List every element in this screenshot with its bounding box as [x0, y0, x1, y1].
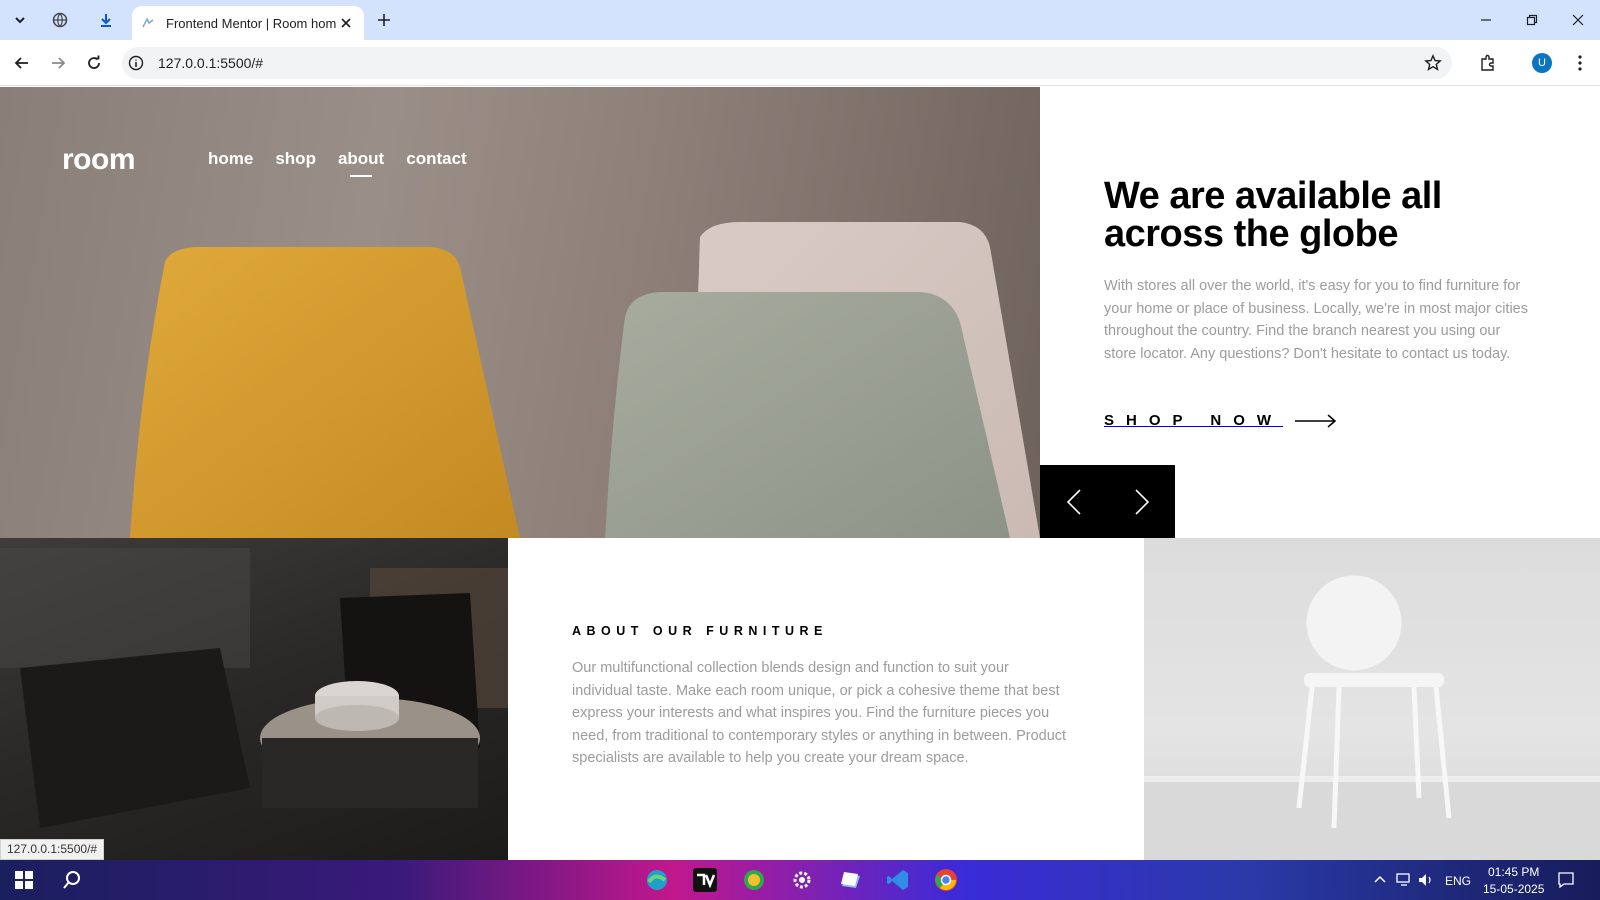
- arrow-right-icon: [52, 57, 66, 69]
- taskbar-tradingview[interactable]: [691, 866, 719, 894]
- gear-icon: [793, 871, 811, 889]
- globe-icon: [52, 12, 68, 28]
- url-text: 127.0.0.1:5500/#: [158, 55, 264, 71]
- web-page: room home shop about contact We are avai…: [0, 87, 1600, 860]
- slider-controls: [1040, 465, 1175, 538]
- favicon-icon: [142, 17, 154, 28]
- close-icon[interactable]: [338, 15, 354, 31]
- browser-toolbar: 127.0.0.1:5500/# U: [0, 40, 1600, 86]
- nav-home[interactable]: home: [208, 149, 253, 169]
- about-description: Our multifunctional collection blends de…: [572, 660, 1067, 766]
- arrow-right-icon: [1295, 413, 1337, 428]
- download-icon: [101, 14, 111, 27]
- puzzle-icon: [1481, 54, 1494, 71]
- reload-button[interactable]: [80, 49, 108, 77]
- chevron-left-icon: [1066, 488, 1081, 515]
- notification-center-button[interactable]: [1552, 866, 1580, 894]
- document-stack-icon: [841, 872, 860, 888]
- tradingview-icon: [693, 868, 717, 892]
- star-icon[interactable]: [1424, 54, 1442, 72]
- extensions-button[interactable]: [1474, 49, 1502, 77]
- taskbar-chrome[interactable]: [932, 866, 960, 894]
- restore-button[interactable]: [1520, 8, 1544, 32]
- search-icon: [63, 871, 80, 889]
- edge-icon: [647, 870, 667, 890]
- reload-icon: [88, 55, 100, 69]
- slider-prev-button[interactable]: [1040, 465, 1107, 538]
- minimize-icon: [1481, 19, 1491, 21]
- hero-title-line-1: We are available all: [1104, 175, 1442, 217]
- site-info-icon[interactable]: [128, 55, 144, 71]
- tray-date[interactable]: 15-05-2025: [1483, 882, 1544, 896]
- browser-tab-bar: Frontend Mentor | Room homepage: [0, 0, 1600, 40]
- vscode-icon: [887, 870, 908, 890]
- about-section: ABOUT OUR FURNITURE Our multifunctional …: [508, 538, 1144, 860]
- tray-time[interactable]: 01:45 PM: [1488, 865, 1539, 879]
- hero-description: With stores all over the world, it's eas…: [1104, 278, 1528, 362]
- forward-button[interactable]: [44, 49, 72, 77]
- taskbar-vscode[interactable]: [884, 866, 912, 894]
- notification-icon: [1558, 872, 1574, 889]
- shop-now-label: SHOP NOW: [1104, 412, 1284, 429]
- windows-taskbar: ENG 01:45 PM 15-05-2025: [0, 860, 1600, 900]
- start-button[interactable]: [10, 866, 38, 894]
- close-icon: [1572, 14, 1584, 26]
- slider-next-button[interactable]: [1108, 465, 1175, 538]
- active-tab[interactable]: Frontend Mentor | Room homepage: [132, 6, 364, 40]
- tray-language[interactable]: ENG: [1445, 874, 1471, 888]
- hero-title: We are available all across the globe: [1104, 177, 1534, 253]
- speaker-icon: [1419, 874, 1431, 886]
- address-bar[interactable]: 127.0.0.1:5500/#: [122, 47, 1452, 79]
- window-close-button[interactable]: [1566, 8, 1590, 32]
- back-button[interactable]: [8, 49, 36, 77]
- coin-icon: [744, 870, 764, 890]
- hero-title-line-2: across the globe: [1104, 213, 1398, 255]
- tab-search-button[interactable]: [6, 6, 34, 34]
- nav-contact[interactable]: contact: [406, 149, 466, 169]
- about-image-light: [1144, 538, 1600, 860]
- hero-chairs-illustration: [130, 222, 1040, 538]
- browser-menu-button[interactable]: [1566, 49, 1594, 77]
- taskbar-edge[interactable]: [643, 866, 671, 894]
- tab-title: Frontend Mentor | Room homepage: [166, 15, 336, 31]
- hero-content: We are available all across the globe Wi…: [1104, 177, 1534, 365]
- new-tab-button[interactable]: [370, 6, 398, 34]
- profile-avatar[interactable]: U: [1532, 53, 1552, 73]
- link-status-tooltip: 127.0.0.1:5500/#: [0, 839, 105, 860]
- shop-now-link[interactable]: SHOP NOW: [1104, 412, 1337, 429]
- downloads-tab[interactable]: [92, 6, 120, 34]
- site-nav: home shop about contact: [208, 149, 467, 177]
- network-icon: [1396, 873, 1410, 886]
- arrow-left-icon: [14, 57, 28, 69]
- about-image-dark: [0, 538, 508, 860]
- tray-volume[interactable]: [1412, 866, 1440, 894]
- windows-logo-icon: [15, 871, 33, 889]
- chevron-up-icon: [1374, 875, 1386, 883]
- nav-about[interactable]: about: [338, 149, 384, 177]
- taskbar-file-explorer[interactable]: [836, 866, 864, 894]
- site-logo[interactable]: room: [62, 143, 136, 177]
- more-vertical-icon: [1578, 55, 1582, 71]
- taskbar-search-button[interactable]: [58, 866, 86, 894]
- taskbar-finance-app[interactable]: [740, 866, 768, 894]
- chevron-down-icon: [15, 17, 25, 24]
- hero-image: room home shop about contact: [0, 87, 1040, 538]
- pinned-tab[interactable]: [46, 6, 74, 34]
- about-title: ABOUT OUR FURNITURE: [572, 624, 828, 638]
- minimize-button[interactable]: [1474, 8, 1498, 32]
- white-chair-illustration: [1144, 574, 1600, 860]
- chevron-right-icon: [1134, 488, 1149, 515]
- nav-shop[interactable]: shop: [275, 149, 316, 169]
- chrome-icon: [935, 869, 957, 891]
- dark-living-room-illustration: [0, 548, 508, 828]
- restore-icon: [1526, 14, 1538, 26]
- taskbar-settings[interactable]: [788, 866, 816, 894]
- plus-icon: [378, 14, 390, 26]
